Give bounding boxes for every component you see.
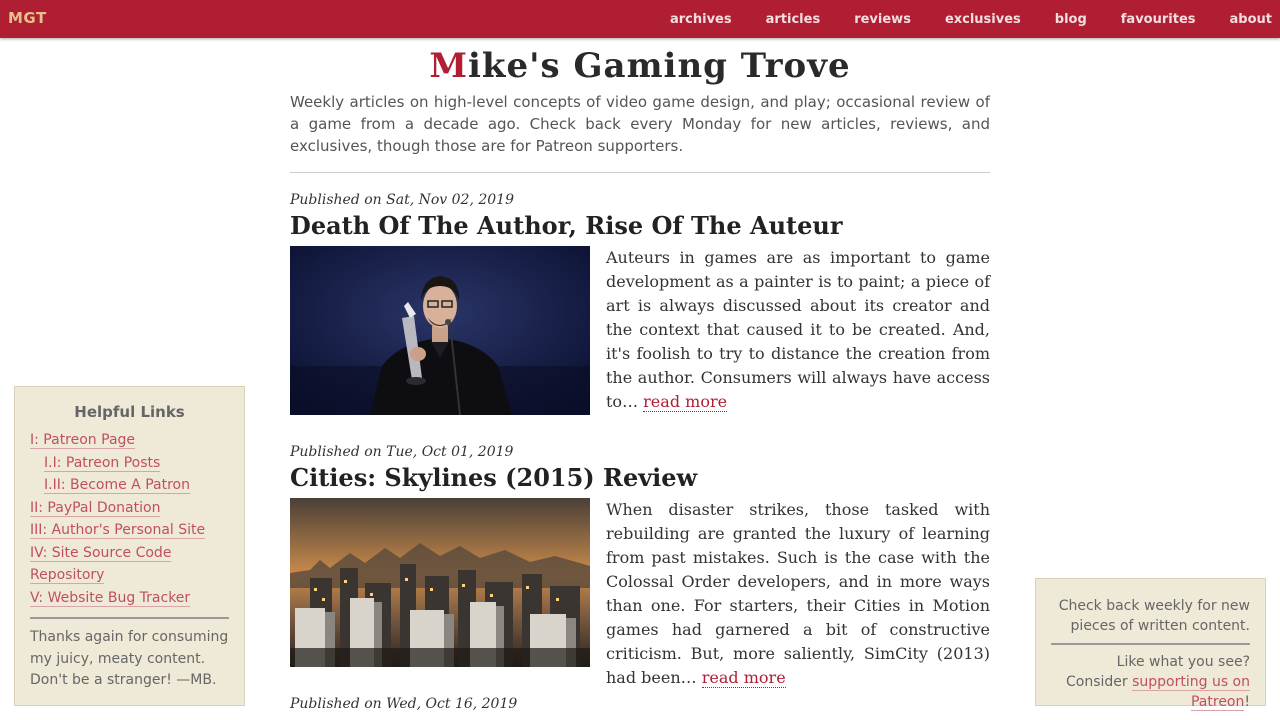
post-excerpt: When disaster strikes, those tasked with… xyxy=(606,498,990,690)
list-item: I: Patreon Page xyxy=(30,429,229,452)
nav-reviews[interactable]: reviews xyxy=(854,12,911,27)
list-item: I.I: Patreon Posts xyxy=(30,452,229,475)
nav-blog[interactable]: blog xyxy=(1055,12,1087,27)
post-card: Published on Wed, Oct 16, 2019 xyxy=(290,694,990,714)
link-patreon-posts[interactable]: I.I: Patreon Posts xyxy=(44,454,161,472)
list-item: V: Website Bug Tracker xyxy=(30,587,229,610)
nav-about[interactable]: about xyxy=(1230,12,1272,27)
support-exclaim: ! xyxy=(1244,694,1250,710)
nav-exclusives[interactable]: exclusives xyxy=(945,12,1021,27)
nav-articles[interactable]: articles xyxy=(766,12,821,27)
thanks-message: Thanks again for consuming my juicy, mea… xyxy=(30,629,229,688)
list-item: I.II: Become A Patron xyxy=(30,474,229,497)
read-more-link[interactable]: read more xyxy=(701,668,786,688)
auteur-photo-image xyxy=(290,246,590,415)
helpful-links-heading: Helpful Links xyxy=(74,403,185,421)
post-title-link[interactable]: Cities: Skylines (2015) Review xyxy=(290,462,990,495)
main-nav: archives articles reviews exclusives blo… xyxy=(670,0,1280,38)
post-excerpt: Auteurs in games are as important to gam… xyxy=(606,246,990,414)
post-title-link[interactable]: Death Of The Author, Rise Of The Auteur xyxy=(290,210,990,243)
post-thumbnail-cities[interactable] xyxy=(290,498,590,667)
link-become-a-patron[interactable]: I.II: Become A Patron xyxy=(44,477,190,494)
helpful-links-panel: Helpful Links I: Patreon Page I.I: Patre… xyxy=(14,386,245,706)
nav-archives[interactable]: archives xyxy=(670,12,732,27)
read-more-link[interactable]: read more xyxy=(643,392,728,412)
header-divider xyxy=(290,172,990,173)
support-panel: Check back weekly for new pieces of writ… xyxy=(1035,578,1266,711)
post-card: Published on Tue, Oct 01, 2019 Cities: S… xyxy=(290,442,990,688)
post-card: Published on Sat, Nov 02, 2019 Death Of … xyxy=(290,190,990,415)
patreon-support-link[interactable]: supporting us on Patreon xyxy=(1132,674,1250,711)
post-date: Published on Tue, Oct 01, 2019 xyxy=(290,444,514,460)
support-message: Like what you see? Consider supporting u… xyxy=(1051,652,1250,712)
brand-logo-link[interactable]: MGT xyxy=(8,9,47,27)
list-item: II: PayPal Donation xyxy=(30,497,229,520)
link-paypal-donation[interactable]: II: PayPal Donation xyxy=(30,499,161,517)
link-patreon-page[interactable]: I: Patreon Page xyxy=(30,432,136,449)
site-title: Mike's Gaming Trove xyxy=(290,46,990,86)
list-item: IV: Site Source Code Repository xyxy=(30,542,229,587)
nav-favourites[interactable]: favourites xyxy=(1121,12,1196,27)
link-bug-tracker[interactable]: V: Website Bug Tracker xyxy=(30,589,191,607)
post-date: Published on Wed, Oct 16, 2019 xyxy=(290,696,518,712)
helpful-links-list: I: Patreon Page I.I: Patreon Posts I.II:… xyxy=(30,429,229,609)
post-thumbnail-auteur[interactable] xyxy=(290,246,590,415)
city-skyline-image xyxy=(290,498,590,667)
post-excerpt-text: Auteurs in games are as important to gam… xyxy=(606,248,990,411)
site-title-initial: M xyxy=(429,46,469,86)
post-date: Published on Sat, Nov 02, 2019 xyxy=(290,192,514,208)
site-title-rest: ike's Gaming Trove xyxy=(468,46,851,86)
check-back-message: Check back weekly for new pieces of writ… xyxy=(1058,598,1250,634)
link-source-repository[interactable]: IV: Site Source Code Repository xyxy=(30,544,172,584)
list-item: III: Author's Personal Site xyxy=(30,519,229,542)
support-divider xyxy=(1051,643,1250,645)
site-tagline: Weekly articles on high-level concepts o… xyxy=(290,93,990,155)
post-excerpt-text: When disaster strikes, those tasked with… xyxy=(606,500,990,687)
links-divider xyxy=(30,617,229,619)
link-author-site[interactable]: III: Author's Personal Site xyxy=(30,522,206,539)
top-navbar: MGT archives articles reviews exclusives… xyxy=(0,0,1280,38)
